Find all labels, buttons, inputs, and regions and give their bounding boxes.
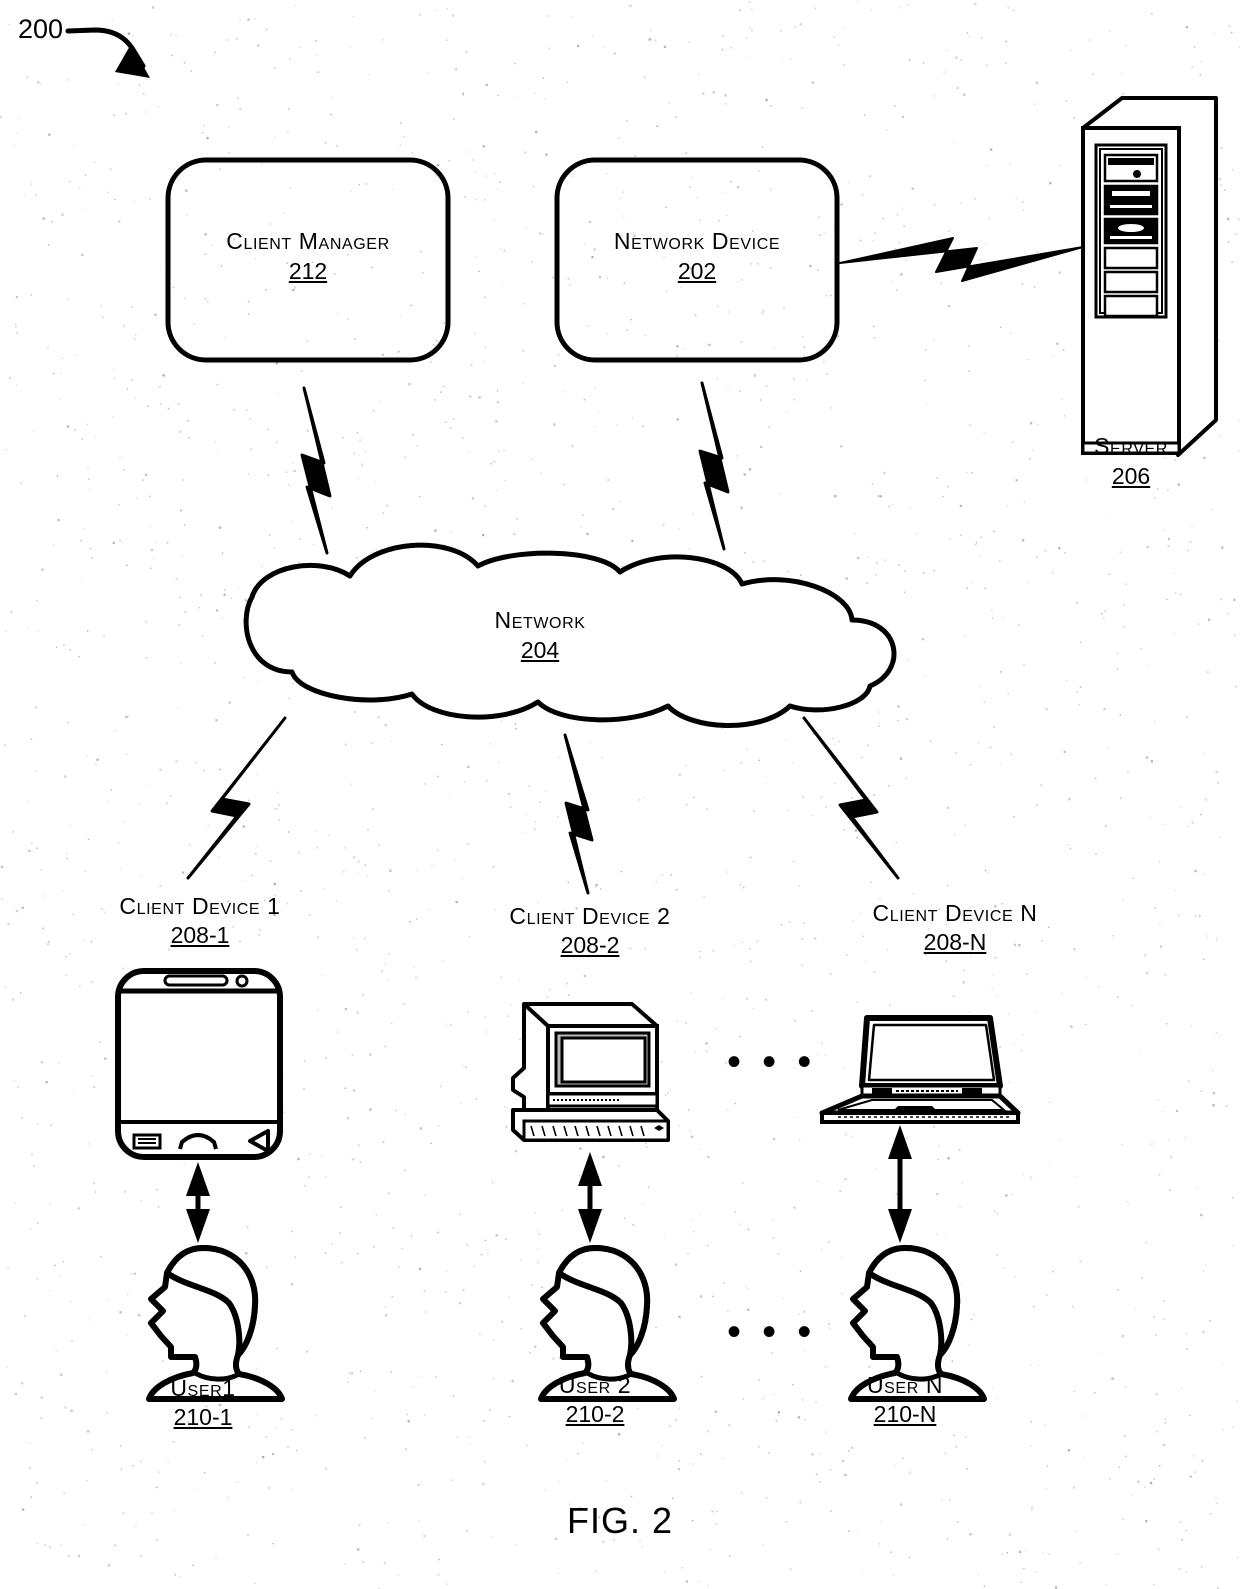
client-manager-label: Client Manager [226, 228, 390, 254]
client-device-2-label: Client Device 2 [509, 903, 671, 929]
figure-caption: FIG. 2 [566, 1500, 674, 1541]
user-N-ref: 210-N [873, 1401, 937, 1428]
link-network-device2 [563, 733, 594, 895]
link-network-deviceN [802, 716, 900, 880]
devices-ellipsis: • • • [727, 1040, 817, 1084]
users-ellipsis: • • • [727, 1310, 817, 1354]
link-clientmanager-network [300, 386, 332, 555]
server-node: Server 206 [1046, 433, 1216, 490]
user-1-ref: 210-1 [173, 1404, 233, 1431]
client-device-1-caption: Client Device 1 208-1 [70, 893, 330, 949]
arrow-device2-user2 [578, 1152, 602, 1243]
client-device-2-caption: Client Device 2 208-2 [460, 903, 720, 959]
user-N-label: User N [866, 1372, 944, 1398]
network-device-label: Network Device [613, 228, 781, 254]
client-manager-ref: 212 [288, 258, 328, 285]
user-1-caption: User1 210-1 [113, 1375, 293, 1431]
patent-figure-page: 200 Client Manager 212 Network Device 20… [0, 0, 1240, 1589]
user-1-label: User1 [170, 1375, 236, 1401]
figure-tag-leader [65, 27, 150, 78]
client-device-1-label: Client Device 1 [119, 893, 281, 919]
client-device-N-caption: Client Device N 208-N [825, 900, 1085, 956]
server-label: Server [1094, 433, 1168, 459]
user-2-caption: User 2 210-2 [505, 1372, 685, 1428]
user-2-ref: 210-2 [565, 1401, 625, 1428]
laptop-icon [819, 1015, 1021, 1124]
client-device-N-label: Client Device N [872, 900, 1038, 926]
link-networkdevice-network [698, 381, 730, 551]
network-cloud-node: Network 204 [430, 607, 650, 664]
smartphone-icon [115, 968, 283, 1160]
client-device-N-ref: 208-N [923, 929, 987, 956]
arrow-device1-user1 [186, 1162, 210, 1243]
network-device-ref: 202 [677, 258, 717, 285]
server-icon [1081, 96, 1218, 457]
user-N-caption: User N 210-N [815, 1372, 995, 1428]
link-network-device1 [186, 716, 287, 880]
link-networkdevice-server [839, 237, 1084, 282]
client-manager-node: Client Manager 212 [168, 228, 448, 285]
network-device-node: Network Device 202 [557, 228, 837, 285]
network-cloud-label: Network [494, 607, 586, 633]
client-device-1-ref: 208-1 [170, 922, 230, 949]
desktop-computer-icon [511, 1002, 670, 1142]
network-cloud-ref: 204 [520, 637, 560, 664]
user-2-label: User 2 [558, 1372, 632, 1398]
figure-tag: 200 [18, 14, 64, 44]
server-ref: 206 [1111, 463, 1151, 490]
arrow-deviceN-userN [888, 1125, 912, 1243]
client-device-2-ref: 208-2 [560, 932, 620, 959]
